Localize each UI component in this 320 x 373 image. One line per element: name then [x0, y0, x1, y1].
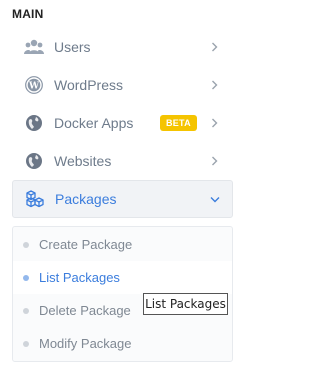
submenu-item-label: Delete Package: [39, 303, 131, 318]
menu-item-label: Websites: [54, 153, 112, 169]
users-icon: [24, 37, 44, 57]
chevron-right-icon: [207, 156, 221, 166]
bullet-icon: [23, 241, 29, 248]
menu-item-websites[interactable]: Websites: [12, 143, 231, 179]
section-title-main: MAIN: [12, 7, 44, 21]
bullet-icon: [23, 307, 29, 314]
tooltip: List Packages: [143, 293, 228, 315]
chevron-right-icon: [207, 80, 221, 90]
svg-text:W: W: [28, 82, 40, 92]
submenu-item-label: Create Package: [39, 237, 133, 252]
menu-item-wordpress[interactable]: W WordPress: [12, 67, 231, 103]
boxes-icon: [25, 189, 45, 209]
menu-item-users[interactable]: Users: [12, 29, 231, 65]
menu-item-label: Packages: [55, 191, 117, 207]
submenu-item-list-packages[interactable]: List Packages: [13, 261, 232, 294]
wordpress-icon: W: [24, 75, 44, 95]
chevron-down-icon: [208, 196, 222, 203]
beta-badge: BETA: [159, 115, 197, 131]
globe-icon: [24, 151, 44, 171]
submenu-item-label: Modify Package: [39, 336, 132, 351]
menu-item-label: WordPress: [54, 77, 123, 93]
chevron-right-icon: [207, 118, 221, 128]
docker-globe-icon: [24, 113, 44, 133]
submenu-item-modify-package[interactable]: Modify Package: [13, 327, 232, 360]
chevron-right-icon: [207, 42, 221, 52]
menu-item-docker-apps[interactable]: Docker Apps BETA: [12, 105, 231, 141]
menu-item-packages[interactable]: Packages: [12, 180, 233, 218]
submenu-item-label: List Packages: [39, 270, 120, 285]
bullet-icon: [23, 274, 29, 281]
bullet-icon: [23, 340, 29, 347]
menu-item-label: Users: [54, 39, 91, 55]
submenu-item-create-package[interactable]: Create Package: [13, 228, 232, 261]
menu-item-label: Docker Apps: [54, 115, 134, 131]
